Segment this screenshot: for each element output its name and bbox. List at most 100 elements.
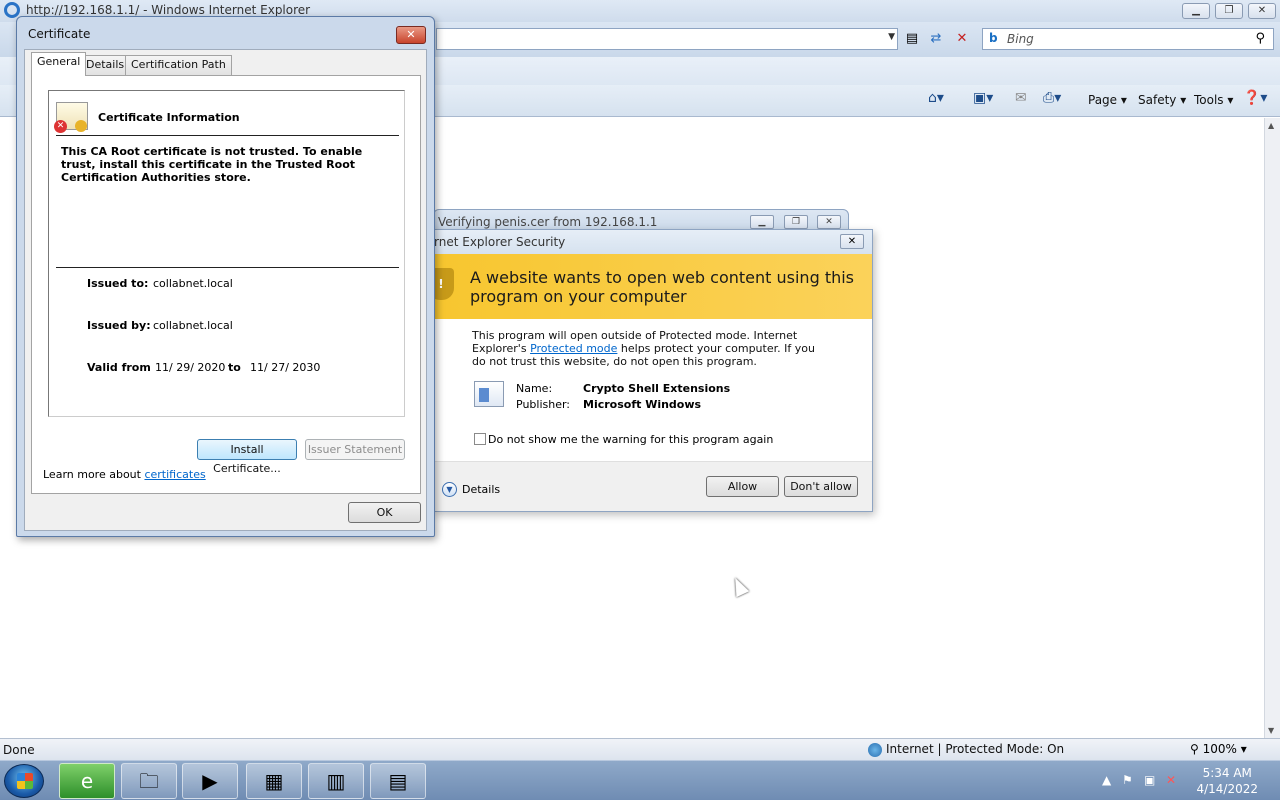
dont-allow-button[interactable]: Don't allow (784, 476, 858, 497)
security-message: This program will open outside of Protec… (472, 329, 822, 368)
security-zone[interactable]: Internet | Protected Mode: On (868, 742, 1064, 757)
taskbar-ie-icon[interactable]: e (59, 763, 115, 799)
trust-warning: This CA Root certificate is not trusted.… (61, 145, 363, 184)
security-dialog-title-bar: rnet Explorer Security ✕ (434, 230, 872, 254)
learn-more-text: Learn more about certificates (43, 468, 206, 481)
taskbar-media-player-icon[interactable]: ▶ (182, 763, 238, 799)
publisher-name: Microsoft Windows (583, 398, 702, 411)
address-input[interactable]: ▼ (436, 28, 898, 50)
valid-to-value: 11/ 27/ 2030 (250, 361, 321, 374)
mail-icon[interactable]: ✉ (1015, 90, 1027, 106)
issued-to-value: collabnet.local (153, 277, 233, 290)
details-expand-icon[interactable]: ▼ (442, 482, 457, 497)
network-icon[interactable]: ▣ (1144, 773, 1155, 787)
feeds-icon[interactable]: ▣▾ (973, 90, 993, 106)
globe-icon (868, 742, 882, 757)
ok-button[interactable]: OK (348, 502, 421, 523)
help-icon[interactable]: ❓▾ (1243, 90, 1267, 106)
dont-show-checkbox[interactable] (474, 433, 486, 445)
status-bar: Done Internet | Protected Mode: On ⚲ 100… (0, 738, 1280, 760)
taskbar-program-icon[interactable]: ▦ (246, 763, 302, 799)
search-input[interactable]: b Bing ⚲ (982, 28, 1274, 50)
search-icon[interactable]: ⚲ (1255, 31, 1265, 46)
tab-details[interactable]: Details (80, 55, 131, 75)
general-tab-panel: ✕ Certificate Information This CA Root c… (31, 75, 421, 494)
certificate-dialog: Certificate ✕ General Details Certificat… (16, 16, 435, 537)
certificate-dialog-body: General Details Certification Path ✕ Cer… (24, 49, 427, 531)
taskbar-certificate-icon[interactable]: ▤ (370, 763, 426, 799)
learn-more-label: Learn more about (43, 468, 141, 481)
tab-general[interactable]: General (31, 52, 87, 76)
divider (56, 135, 399, 136)
taskbar: e 🗀 ▶ ▦ ▥ ▤ ▲ ⚑ ▣ ✕ 5:34 AM 4/14/2022 (0, 760, 1280, 800)
ie-logo-icon (4, 2, 20, 18)
zoom-text: 100% (1202, 742, 1237, 756)
tools-menu[interactable]: Tools ▾ (1194, 93, 1233, 107)
protected-mode-link[interactable]: Protected mode (530, 342, 617, 355)
page-menu-label: Page (1088, 93, 1118, 107)
clock-time: 5:34 AM (1202, 766, 1252, 780)
install-certificate-button[interactable]: Install Certificate... (197, 439, 297, 475)
tools-menu-label: Tools (1194, 93, 1224, 107)
close-window-button[interactable]: ✕ (1248, 3, 1276, 19)
clock-date: 4/14/2022 (1196, 782, 1258, 796)
zoom-level[interactable]: ⚲ 100% ▾ (1190, 742, 1247, 756)
security-dialog-title: rnet Explorer Security (434, 235, 566, 249)
valid-from-label: Valid from (87, 361, 151, 374)
address-dropdown-icon[interactable]: ▼ (888, 32, 895, 42)
certificate-close-button[interactable]: ✕ (396, 26, 426, 44)
taskbar-control-panel-icon[interactable]: ▥ (308, 763, 364, 799)
issued-by-label: Issued by: (87, 319, 151, 332)
valid-to-label: to (228, 361, 241, 374)
home-icon[interactable]: ⌂▾ (928, 90, 944, 106)
bing-icon: b (989, 31, 998, 45)
verify-minimize-button[interactable]: ▁ (750, 215, 774, 229)
security-warning-banner: ! A website wants to open web content us… (428, 254, 872, 319)
certificate-info-box: ✕ Certificate Information This CA Root c… (48, 90, 405, 417)
certificate-info-title: Certificate Information (98, 111, 240, 124)
program-icon (474, 381, 504, 407)
maximize-button[interactable]: ❐ (1215, 3, 1243, 19)
vertical-scrollbar[interactable]: ▲ ▼ (1264, 118, 1280, 738)
scroll-down-icon[interactable]: ▼ (1268, 726, 1274, 735)
verify-close-button[interactable]: ✕ (817, 215, 841, 229)
certificate-dialog-title: Certificate (28, 27, 91, 41)
show-hidden-icons-icon[interactable]: ▲ (1102, 773, 1111, 787)
refresh-icon[interactable]: ⇄ (926, 29, 946, 49)
stop-icon[interactable]: ✕ (952, 29, 972, 49)
verifying-title: Verifying penis.cer from 192.168.1.1 (438, 215, 658, 229)
issuer-statement-button[interactable]: Issuer Statement (305, 439, 405, 460)
allow-button[interactable]: Allow (706, 476, 779, 497)
scroll-up-icon[interactable]: ▲ (1268, 121, 1274, 130)
security-close-button[interactable]: ✕ (840, 234, 864, 249)
publisher-label: Publisher: (516, 398, 571, 411)
tab-certification-path[interactable]: Certification Path (125, 55, 232, 75)
start-button[interactable] (4, 764, 44, 798)
program-name: Crypto Shell Extensions (583, 382, 731, 395)
action-center-flag-icon[interactable]: ⚑ (1122, 773, 1133, 787)
issued-by-value: collabnet.local (153, 319, 233, 332)
certificates-link[interactable]: certificates (144, 468, 205, 481)
taskbar-explorer-icon[interactable]: 🗀 (121, 763, 177, 799)
clock[interactable]: 5:34 AM 4/14/2022 (1196, 765, 1258, 797)
safety-menu[interactable]: Safety ▾ (1138, 93, 1186, 107)
search-placeholder: Bing (1007, 32, 1034, 46)
divider (56, 267, 399, 268)
banner-text: A website wants to open web content usin… (470, 268, 855, 306)
dont-show-label[interactable]: Do not show me the warning for this prog… (488, 433, 773, 446)
compatibility-icon[interactable]: ▤ (902, 29, 922, 49)
page-menu[interactable]: Page ▾ (1088, 93, 1127, 107)
name-label: Name: (516, 382, 553, 395)
zone-text: Internet | Protected Mode: On (886, 742, 1065, 756)
ie-window-title: http://192.168.1.1/ - Windows Internet E… (26, 3, 311, 17)
volume-muted-icon[interactable]: ✕ (1166, 773, 1176, 787)
ie-security-dialog: rnet Explorer Security ✕ ! A website wan… (428, 229, 873, 512)
issued-to-label: Issued to: (87, 277, 149, 290)
security-dialog-footer: ▼ Details Allow Don't allow (434, 461, 872, 511)
valid-from-value: 11/ 29/ 2020 (155, 361, 226, 374)
print-icon[interactable]: ⎙▾ (1043, 90, 1061, 106)
windows-logo-icon (17, 773, 33, 789)
verify-maximize-button[interactable]: ❐ (784, 215, 808, 229)
minimize-button[interactable]: ▁ (1182, 3, 1210, 19)
details-toggle[interactable]: Details (462, 483, 500, 496)
